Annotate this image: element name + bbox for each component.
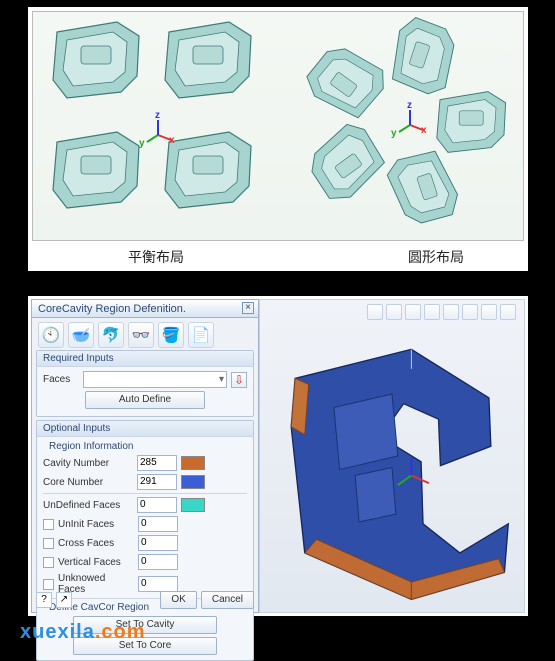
dialog-title: CoreCavity Region Defenition. — [38, 303, 186, 315]
watermark-text1: xuexila — [20, 621, 95, 643]
auto-define-button[interactable]: Auto Define — [85, 391, 205, 409]
close-icon[interactable]: × — [242, 302, 254, 314]
mini-tool-2[interactable] — [386, 304, 402, 320]
uninit-checkbox[interactable] — [43, 519, 54, 530]
cavity-number-value: 285 — [137, 455, 177, 471]
vertical-label: Vertical Faces — [58, 557, 134, 568]
cross-checkbox[interactable] — [43, 538, 54, 549]
ok-button[interactable]: OK — [160, 591, 196, 609]
faces-select[interactable] — [83, 371, 227, 388]
cross-label: Cross Faces — [58, 538, 134, 549]
footer-arrow-icon[interactable]: ↗ — [56, 592, 72, 608]
undefined-color-swatch[interactable] — [181, 498, 205, 512]
top-render-area: x y z x y z — [32, 11, 524, 241]
faces-label: Faces — [43, 374, 79, 385]
unknown-checkbox[interactable] — [43, 579, 54, 590]
core-color-swatch[interactable] — [181, 475, 205, 489]
top-figure: x y z x y z 平衡布局 圆形布局 — [28, 7, 528, 271]
watermark: xuexila.com — [20, 621, 146, 644]
undefined-faces-label: UnDefined Faces — [43, 500, 133, 511]
mini-tool-3[interactable] — [405, 304, 421, 320]
label-circular: 圆形布局 — [408, 247, 464, 267]
viewport-3d[interactable] — [259, 299, 525, 613]
vertical-checkbox[interactable] — [43, 557, 54, 568]
coord-axes-left: x y z — [143, 120, 173, 150]
undefined-faces-value: 0 — [137, 497, 177, 513]
optional-header: Optional Inputs — [37, 421, 253, 437]
cross-value: 0 — [138, 535, 178, 551]
watermark-text2: .com — [95, 621, 146, 643]
mini-tool-7[interactable] — [481, 304, 497, 320]
toolbar-icon-3[interactable]: 🐬 — [98, 322, 124, 348]
core-number-value: 291 — [137, 474, 177, 490]
cancel-button[interactable]: Cancel — [201, 591, 254, 609]
mini-tool-8[interactable] — [500, 304, 516, 320]
vertical-value: 0 — [138, 554, 178, 570]
region-info-header: Region Information — [49, 441, 247, 452]
mini-tool-4[interactable] — [424, 304, 440, 320]
toolbar-icon-5[interactable]: 🪣 — [158, 322, 184, 348]
dialog-title-bar[interactable]: CoreCavity Region Defenition. × — [32, 300, 258, 318]
label-balanced: 平衡布局 — [128, 247, 184, 267]
dialog-footer: ? ↗ OK Cancel — [36, 591, 254, 609]
bottom-figure: CoreCavity Region Defenition. × 🕙 🥣 🐬 👓 … — [28, 296, 528, 616]
footer-help-icon[interactable]: ? — [36, 592, 52, 608]
toolbar-icon-1[interactable]: 🕙 — [38, 322, 64, 348]
toolbar-icon-4[interactable]: 👓 — [128, 322, 154, 348]
cavity-color-swatch[interactable] — [181, 456, 205, 470]
toolbar-icon-6[interactable]: 📄 — [188, 322, 214, 348]
unknown-value: 0 — [138, 576, 178, 592]
toolbar-icon-2[interactable]: 🥣 — [68, 322, 94, 348]
core-number-label: Core Number — [43, 477, 133, 488]
model-3d-view — [266, 330, 518, 601]
faces-drop-icon[interactable]: ⇩ — [231, 372, 247, 388]
cavity-number-label: Cavity Number — [43, 458, 133, 469]
uninit-label: UnInit Faces — [58, 519, 134, 530]
mini-tool-1[interactable] — [367, 304, 383, 320]
dialog-toolbar: 🕙 🥣 🐬 👓 🪣 📄 — [32, 318, 258, 350]
required-header: Required Inputs — [37, 351, 253, 367]
mini-tool-5[interactable] — [443, 304, 459, 320]
coord-axes-right: x y z — [395, 110, 425, 140]
viewport-mini-toolbar — [367, 304, 516, 320]
uninit-value: 0 — [138, 516, 178, 532]
mini-tool-6[interactable] — [462, 304, 478, 320]
required-inputs-group: Required Inputs Faces ⇩ Auto Define — [36, 350, 254, 417]
corecavity-dialog: CoreCavity Region Defenition. × 🕙 🥣 🐬 👓 … — [31, 299, 259, 613]
